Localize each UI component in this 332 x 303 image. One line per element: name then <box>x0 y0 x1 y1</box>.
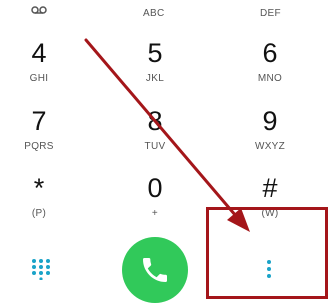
annotation-highlight-box <box>206 207 328 299</box>
key-digit: * <box>33 173 45 203</box>
key-8[interactable]: 8 TUV <box>100 108 210 158</box>
call-button[interactable] <box>122 237 188 303</box>
key-3-letters: DEF <box>260 8 281 19</box>
key-letters: JKL <box>145 73 165 84</box>
key-digit: 8 <box>147 106 163 136</box>
key-7[interactable]: 7 PQRS <box>0 108 94 158</box>
key-digit: 0 <box>147 173 163 203</box>
key-letters: (P) <box>31 208 47 219</box>
key-star[interactable]: * (P) <box>0 175 94 225</box>
key-digit: 5 <box>147 38 163 68</box>
key-letters: TUV <box>144 141 166 152</box>
key-letters: WXYZ <box>254 141 286 152</box>
key-letters: PQRS <box>24 141 54 152</box>
dialpad-grid-icon[interactable] <box>31 258 51 285</box>
key-letters: GHI <box>29 73 49 84</box>
key-6[interactable]: 6 MNO <box>215 40 325 90</box>
key-digit: # <box>262 173 278 203</box>
key-digit: 4 <box>31 38 47 68</box>
phone-icon <box>139 254 171 291</box>
key-2-letters: ABC <box>143 8 165 19</box>
key-4[interactable]: 4 GHI <box>0 40 94 90</box>
key-digit: 7 <box>31 106 47 136</box>
key-digit: 6 <box>262 38 278 68</box>
key-digit: 9 <box>262 106 278 136</box>
voicemail-icon[interactable] <box>31 5 47 18</box>
key-5[interactable]: 5 JKL <box>100 40 210 90</box>
key-0[interactable]: 0 + <box>100 175 210 225</box>
key-9[interactable]: 9 WXYZ <box>215 108 325 158</box>
key-letters: + <box>151 208 159 219</box>
key-letters: MNO <box>257 73 283 84</box>
